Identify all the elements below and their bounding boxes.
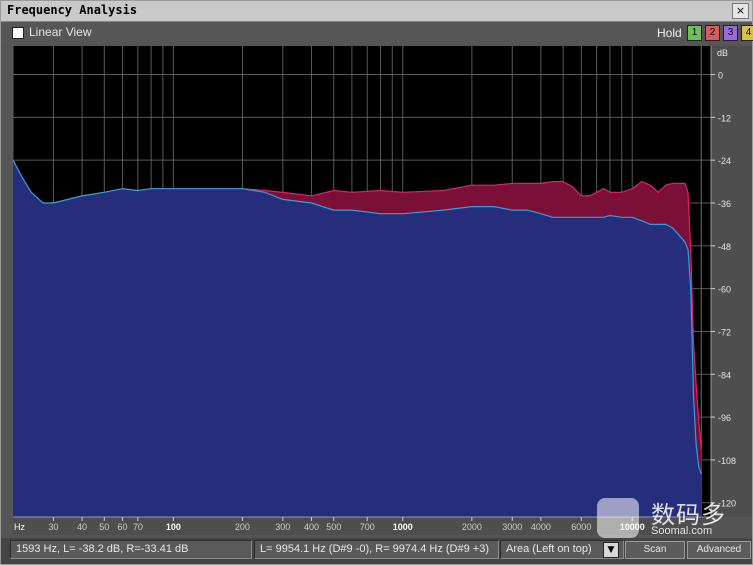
hold-button-2[interactable]: 2 — [705, 25, 720, 41]
x-tick-label: 1000 — [393, 522, 413, 532]
linear-view-checkbox[interactable] — [12, 27, 24, 39]
x-tick-label: 70 — [133, 522, 143, 532]
display-mode-value: Area (Left on top) — [506, 543, 592, 555]
x-tick-label: 300 — [275, 522, 290, 532]
soomal-logo-icon — [597, 498, 639, 538]
x-tick-label: 200 — [235, 522, 250, 532]
frequency-spectrum-chart[interactable]: dB0-12-24-36-48-60-72-84-96-108-120Hz 30 4… — [1, 44, 752, 538]
y-tick-label: -72 — [718, 327, 731, 337]
y-tick-label: 0 — [718, 71, 723, 81]
x-tick-label: 2000 — [462, 522, 482, 532]
x-tick-label: 6000 — [571, 522, 591, 532]
y-tick-label: -36 — [718, 199, 731, 209]
hold-button-3[interactable]: 3 — [723, 25, 738, 41]
chevron-down-icon[interactable]: ▼ — [603, 542, 619, 558]
cursor-readout: 1593 Hz, L= -38.2 dB, R=-33.41 dB — [10, 540, 252, 559]
x-tick-label: 100 — [166, 522, 181, 532]
y-tick-label: -24 — [718, 156, 731, 166]
frequency-analysis-window: Frequency Analysis × Linear View Hold 12… — [0, 0, 753, 565]
x-tick-label: 3000 — [502, 522, 522, 532]
y-tick-label: -84 — [718, 370, 731, 380]
advanced-button[interactable]: Advanced — [687, 541, 751, 559]
x-tick-label: 50 — [99, 522, 109, 532]
hold-button-4[interactable]: 4 — [741, 25, 753, 41]
peak-readout: L= 9954.1 Hz (D#9 -0), R= 9974.4 Hz (D#9… — [254, 540, 499, 559]
x-tick-label: 4000 — [531, 522, 551, 532]
y-tick-label: -48 — [718, 242, 731, 252]
hold-button-1[interactable]: 1 — [687, 25, 702, 41]
y-tick-label: -96 — [718, 413, 731, 423]
x-tick-label: 60 — [117, 522, 127, 532]
y-tick-label: -60 — [718, 285, 731, 295]
x-tick-label: 500 — [326, 522, 341, 532]
soomal-watermark: 数码多 Soomal.com — [594, 495, 753, 541]
y-tick-label: -12 — [718, 113, 731, 123]
scan-button[interactable]: Scan — [625, 541, 685, 559]
x-tick-label: 30 — [48, 522, 58, 532]
window-title: Frequency Analysis — [7, 3, 138, 17]
x-tick-label: 700 — [360, 522, 375, 532]
close-icon: × — [735, 4, 746, 17]
close-button[interactable]: × — [732, 3, 749, 19]
x-axis-label: Hz — [14, 522, 25, 532]
title-bar[interactable]: Frequency Analysis × — [1, 1, 752, 22]
toolbar: Linear View Hold 1234 — [1, 22, 753, 44]
x-tick-label: 400 — [304, 522, 319, 532]
watermark-subtext: Soomal.com — [651, 525, 713, 537]
y-tick-label: -108 — [718, 456, 736, 466]
status-bar: 1593 Hz, L= -38.2 dB, R=-33.41 dB L= 995… — [1, 538, 752, 564]
hold-label: Hold — [657, 26, 682, 40]
y-axis-label: dB — [717, 48, 728, 58]
x-tick-label: 40 — [77, 522, 87, 532]
linear-view-label[interactable]: Linear View — [29, 25, 91, 39]
